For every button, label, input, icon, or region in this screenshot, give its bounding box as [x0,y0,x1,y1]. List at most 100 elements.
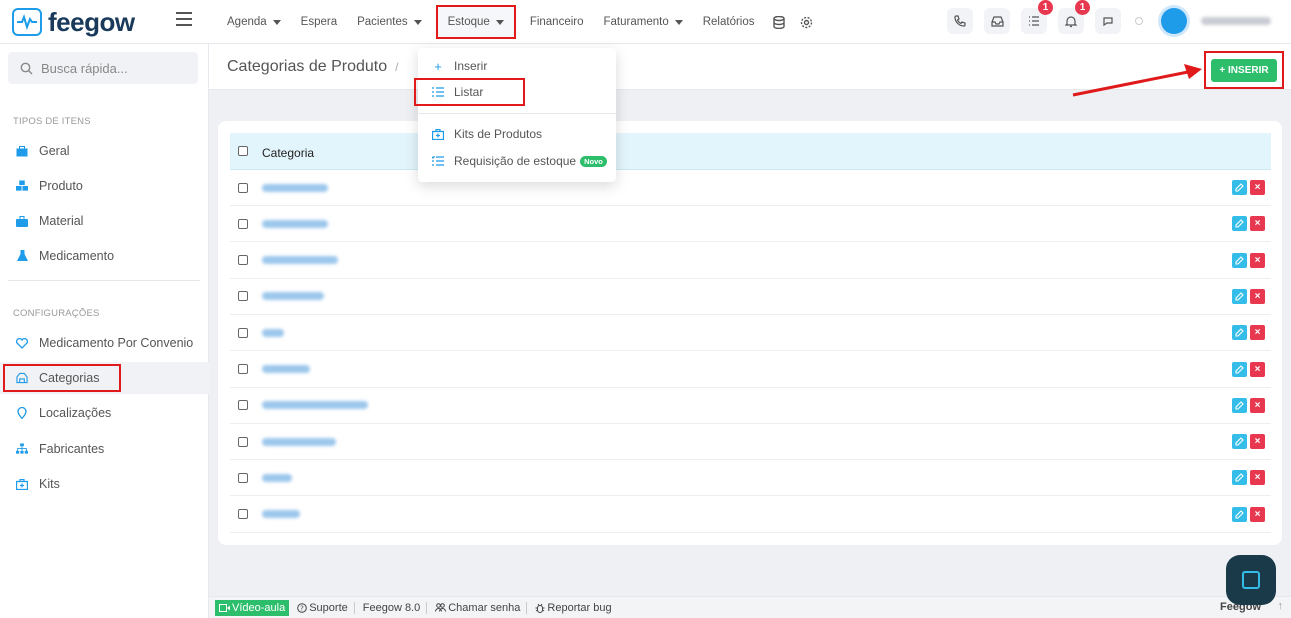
sidebar-item-localizacoes[interactable]: Localizações [16,403,111,423]
row-checkbox[interactable] [238,509,248,520]
delete-button[interactable]: × [1250,506,1265,522]
category-name-redacted[interactable] [262,183,328,192]
table-row: × [230,388,1271,424]
nav-relatorios[interactable]: Relatórios [693,8,765,36]
row-actions: × [1232,180,1265,195]
edit-button[interactable] [1232,470,1247,486]
phone-icon[interactable] [947,8,973,34]
avatar[interactable] [1161,8,1187,34]
insert-button[interactable]: + INSERIR [1211,58,1277,82]
edit-button[interactable] [1232,180,1247,195]
gear-icon[interactable] [793,8,821,36]
sidebar-item-label: Categorias [39,371,100,385]
sidebar-item-fabricantes[interactable]: Fabricantes [16,439,104,459]
nav-espera[interactable]: Espera [291,8,347,36]
row-checkbox[interactable] [238,327,248,338]
row-checkbox[interactable] [238,472,248,483]
delete-button[interactable]: × [1250,434,1265,450]
edit-button[interactable] [1232,506,1247,522]
delete-button[interactable]: × [1250,397,1265,413]
edit-button[interactable] [1232,397,1247,413]
menu-item-kits-de-produtos[interactable]: Kits de Produtos [432,124,542,144]
sidebar-item-categorias[interactable]: Categorias [3,364,122,392]
video-tutorial-button[interactable]: Vídeo-aula [215,599,290,616]
row-checkbox[interactable] [238,364,248,374]
sidebar-item-geral[interactable]: Geral [16,141,70,161]
delete-button[interactable]: × [1250,361,1265,377]
nav-agenda[interactable]: Agenda [217,8,291,36]
delete-button[interactable]: × [1250,325,1265,341]
edit-button[interactable] [1232,252,1247,268]
category-name-redacted[interactable] [262,437,336,446]
org-chart-icon [16,443,28,455]
table-row: × [230,243,1271,279]
sidebar-item-label: Geral [39,144,70,158]
bell-icon[interactable]: 1 [1058,0,1090,34]
chat-widget-button[interactable] [1226,555,1276,605]
sidebar-item-material[interactable]: Material [16,211,83,231]
close-icon: × [1254,254,1261,266]
logo[interactable]: feegow [12,7,135,37]
delete-button[interactable]: × [1250,470,1265,486]
sidebar-item-medicamento[interactable]: Medicamento [16,246,114,266]
edit-icon [1235,437,1244,446]
edit-button[interactable] [1232,361,1247,377]
edit-button[interactable] [1232,288,1247,304]
people-icon [435,603,447,612]
select-all-checkbox[interactable] [238,146,248,156]
category-name-redacted[interactable] [262,510,300,519]
category-name-redacted[interactable] [262,219,328,228]
edit-button[interactable] [1232,216,1247,232]
nav-estoque[interactable]: Estoque [435,5,516,39]
sidebar-item-kits[interactable]: Kits [16,474,60,494]
category-name-redacted[interactable] [262,292,324,301]
row-checkbox[interactable] [238,255,248,266]
delete-button[interactable]: × [1250,252,1265,268]
search-icon [20,62,33,74]
scroll-top-icon[interactable]: ↑ [1278,600,1284,612]
category-name-redacted[interactable] [262,473,292,482]
delete-button[interactable]: × [1250,216,1265,232]
menu-toggle-icon[interactable] [176,12,192,26]
user-name-redacted[interactable] [1201,17,1271,25]
edit-button[interactable] [1232,325,1247,341]
inbox-icon[interactable] [984,8,1010,34]
edit-icon [1235,328,1244,337]
nav-financeiro[interactable]: Financeiro [520,8,594,36]
report-bug-link[interactable]: Reportar bug [535,602,612,614]
categories-icon [16,372,28,384]
database-icon[interactable] [765,8,793,36]
row-checkbox[interactable] [238,400,248,411]
sidebar-item-medicamento-por-convenio[interactable]: Medicamento Por Convenio [16,333,193,353]
menu-item-inserir[interactable]: + Inserir [432,56,487,76]
support-link[interactable]: ? Suporte [297,602,348,614]
sidebar-item-produto[interactable]: Produto [16,176,83,196]
close-icon: × [1254,436,1261,448]
call-password-link[interactable]: Chamar senha [435,602,520,614]
row-checkbox[interactable] [238,436,248,447]
category-name-redacted[interactable] [262,256,338,265]
category-name-redacted[interactable] [262,328,284,337]
row-checkbox[interactable] [238,291,248,302]
chat-icon[interactable] [1095,8,1121,34]
edit-icon [1235,292,1244,301]
delete-button[interactable]: × [1250,180,1265,195]
row-checkbox[interactable] [238,218,248,229]
table-row: × [230,279,1271,315]
delete-button[interactable]: × [1250,288,1265,304]
column-header-categoria[interactable]: Categoria [262,146,314,160]
row-checkbox[interactable] [238,182,248,193]
nav-label: Espera [300,16,338,28]
nav-faturamento[interactable]: Faturamento [594,8,693,36]
search-input[interactable]: Busca rápida... [8,52,198,84]
edit-button[interactable] [1232,434,1247,450]
tasks-icon[interactable]: 1 [1021,0,1053,34]
kit-icon [432,128,444,140]
nav-pacientes[interactable]: Pacientes [347,8,432,36]
close-icon: × [1254,218,1261,230]
category-name-redacted[interactable] [262,365,310,373]
category-name-redacted[interactable] [262,401,368,410]
menu-item-requisicao-de-estoque[interactable]: Requisição de estoque Novo [432,151,607,171]
location-icon [16,407,28,419]
menu-item-listar[interactable]: Listar [414,78,526,106]
